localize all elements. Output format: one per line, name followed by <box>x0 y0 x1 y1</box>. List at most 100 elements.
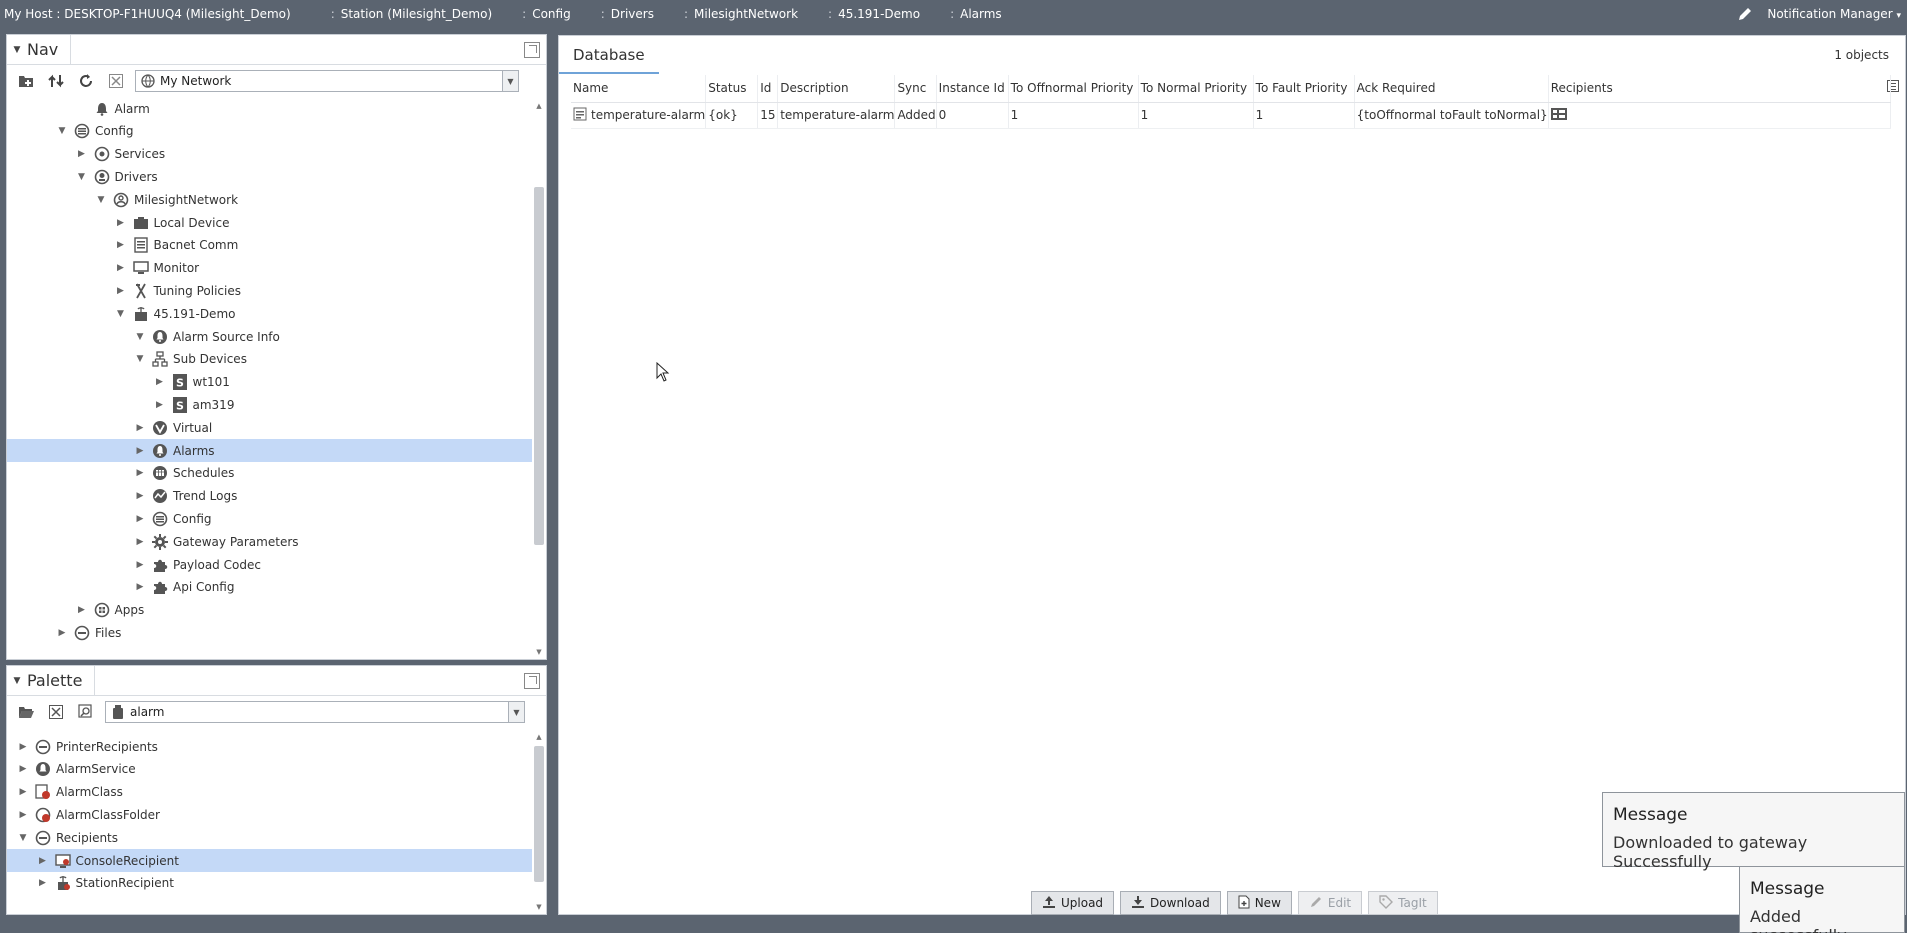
pencil-icon[interactable] <box>1737 6 1753 22</box>
expanded-arrow-icon[interactable]: ▼ <box>17 832 29 844</box>
toast-added-message[interactable]: Message Added successfully. <box>1739 866 1905 933</box>
collapse-icon[interactable]: ▼ <box>7 676 27 686</box>
scroll-thumb[interactable] <box>534 746 544 882</box>
breadcrumb-config[interactable]: : Config <box>518 7 577 21</box>
tree-node[interactable]: ▼ Recipients <box>7 826 532 849</box>
column-header[interactable]: Name <box>571 75 707 103</box>
tree-node[interactable]: ▶ AlarmService <box>7 758 532 781</box>
breadcrumb-alarms[interactable]: : Alarms <box>946 7 1008 21</box>
tree-node[interactable]: ▶ Files <box>7 621 532 644</box>
tab-database[interactable]: Database <box>559 36 659 74</box>
expanded-arrow-icon[interactable]: ▼ <box>134 353 146 365</box>
column-header[interactable]: Description <box>777 75 896 103</box>
collapsed-arrow-icon[interactable]: ▶ <box>115 239 127 251</box>
column-header[interactable]: To Normal Priority <box>1138 75 1254 103</box>
tree-node[interactable]: ▶ Gateway Parameters <box>7 530 532 553</box>
tree-node[interactable]: ▶ ConsoleRecipient <box>7 849 532 872</box>
collapse-icon[interactable]: ▼ <box>7 45 27 55</box>
expanded-arrow-icon[interactable]: ▼ <box>76 171 88 183</box>
column-header[interactable]: Recipients <box>1548 75 1892 103</box>
tree-node[interactable]: ▼ Config <box>7 120 532 143</box>
column-header[interactable]: Instance Id <box>936 75 1009 103</box>
scroll-down-icon[interactable]: ▼ <box>534 647 544 657</box>
collapsed-arrow-icon[interactable]: ▶ <box>134 513 146 525</box>
breadcrumb-station[interactable]: : Station (Milesight_Demo) <box>327 7 498 21</box>
collapsed-arrow-icon[interactable]: ▶ <box>134 422 146 434</box>
scroll-thumb[interactable] <box>534 187 544 545</box>
column-header[interactable]: To Fault Priority <box>1253 75 1355 103</box>
tree-node[interactable]: ▼ Sub Devices <box>7 348 532 371</box>
collapsed-arrow-icon[interactable]: ▶ <box>17 763 29 775</box>
maximize-icon[interactable] <box>524 673 540 689</box>
expanded-arrow-icon[interactable]: ▼ <box>115 308 127 320</box>
column-header[interactable]: To Offnormal Priority <box>1008 75 1139 103</box>
tree-node[interactable]: ▼ MilesightNetwork <box>7 188 532 211</box>
palette-module-combo[interactable]: alarm ▼ <box>105 701 525 723</box>
edit-button[interactable]: Edit <box>1297 891 1363 915</box>
tree-node[interactable]: ▶ Api Config <box>7 576 532 599</box>
toast-download-message[interactable]: Message Downloaded to gateway Successful… <box>1602 792 1905 871</box>
collapsed-arrow-icon[interactable]: ▶ <box>134 581 146 593</box>
upload-button[interactable]: Upload <box>1031 891 1115 915</box>
network-combo[interactable]: My Network ▼ <box>135 70 519 92</box>
collapsed-arrow-icon[interactable]: ▶ <box>76 604 88 616</box>
tree-node[interactable]: ▼ Drivers <box>7 165 532 188</box>
tree-node[interactable]: ▼ Alarm Source Info <box>7 325 532 348</box>
tree-node[interactable]: Alarm <box>7 97 532 120</box>
search-icon[interactable] <box>75 701 97 723</box>
collapsed-arrow-icon[interactable]: ▶ <box>134 559 146 571</box>
open-folder-icon[interactable] <box>15 701 37 723</box>
breadcrumb-drivers[interactable]: : Drivers <box>597 7 660 21</box>
collapsed-arrow-icon[interactable]: ▶ <box>56 627 68 639</box>
collapsed-arrow-icon[interactable]: ▶ <box>134 536 146 548</box>
tree-node[interactable]: ▶ Swt101 <box>7 371 532 394</box>
tree-node[interactable]: ▶ Config <box>7 507 532 530</box>
palette-scrollbar[interactable]: ▲ ▼ <box>534 732 544 912</box>
breadcrumb-host[interactable]: My Host : DESKTOP-F1HUUQ4 (Milesight_Dem… <box>0 7 297 21</box>
tree-node[interactable]: ▶ StationRecipient <box>7 872 532 895</box>
new-folder-icon[interactable] <box>15 70 37 92</box>
collapsed-arrow-icon[interactable]: ▶ <box>115 262 127 274</box>
nav-scrollbar[interactable]: ▲ ▼ <box>534 101 544 657</box>
column-header[interactable]: Id <box>757 75 779 103</box>
tree-node[interactable]: ▶ Local Device <box>7 211 532 234</box>
expanded-arrow-icon[interactable]: ▼ <box>56 125 68 137</box>
tree-node[interactable]: ▶ Alarms <box>7 439 532 462</box>
tree-node[interactable]: ▶ AlarmClass <box>7 781 532 804</box>
refresh-icon[interactable] <box>75 70 97 92</box>
close-icon[interactable] <box>45 701 67 723</box>
collapsed-arrow-icon[interactable]: ▶ <box>134 467 146 479</box>
collapsed-arrow-icon[interactable]: ▶ <box>134 490 146 502</box>
tree-node[interactable]: ▼ 45.191-Demo <box>7 302 532 325</box>
collapsed-arrow-icon[interactable]: ▶ <box>154 399 166 411</box>
maximize-icon[interactable] <box>524 42 540 58</box>
tree-node[interactable]: ▶ AlarmClassFolder <box>7 803 532 826</box>
tree-node[interactable]: ▶ Monitor <box>7 257 532 280</box>
breadcrumb-network[interactable]: : MilesightNetwork <box>680 7 804 21</box>
chevron-down-icon[interactable]: ▼ <box>508 702 524 722</box>
column-header[interactable]: Ack Required <box>1354 75 1549 103</box>
new-button[interactable]: New <box>1226 891 1292 915</box>
scroll-down-icon[interactable]: ▼ <box>534 902 544 912</box>
collapsed-arrow-icon[interactable]: ▶ <box>37 855 49 867</box>
tree-node[interactable]: ▶ Services <box>7 143 532 166</box>
column-header[interactable]: Sync <box>894 75 937 103</box>
tagit-button[interactable]: TagIt <box>1368 891 1438 915</box>
sync-arrows-icon[interactable] <box>45 70 67 92</box>
expanded-arrow-icon[interactable]: ▼ <box>134 331 146 343</box>
tree-node[interactable]: ▶ Payload Codec <box>7 553 532 576</box>
chevron-down-icon[interactable]: ▼ <box>502 71 518 91</box>
tree-node[interactable]: ▶ Sam319 <box>7 393 532 416</box>
tree-node[interactable]: ▶ Schedules <box>7 462 532 485</box>
column-header[interactable]: Status <box>705 75 759 103</box>
collapsed-arrow-icon[interactable]: ▶ <box>76 148 88 160</box>
scroll-up-icon[interactable]: ▲ <box>534 101 544 111</box>
collapsed-arrow-icon[interactable]: ▶ <box>17 809 29 821</box>
collapsed-arrow-icon[interactable]: ▶ <box>154 376 166 388</box>
collapsed-arrow-icon[interactable]: ▶ <box>134 445 146 457</box>
tree-node[interactable]: ▶ PrinterRecipients <box>7 735 532 758</box>
collapsed-arrow-icon[interactable]: ▶ <box>37 877 49 889</box>
table-row[interactable]: temperature-alarm {ok} 15 temperature-al… <box>571 102 1892 129</box>
close-icon[interactable] <box>105 70 127 92</box>
breadcrumb-device[interactable]: :45.191-Demo <box>824 7 926 21</box>
